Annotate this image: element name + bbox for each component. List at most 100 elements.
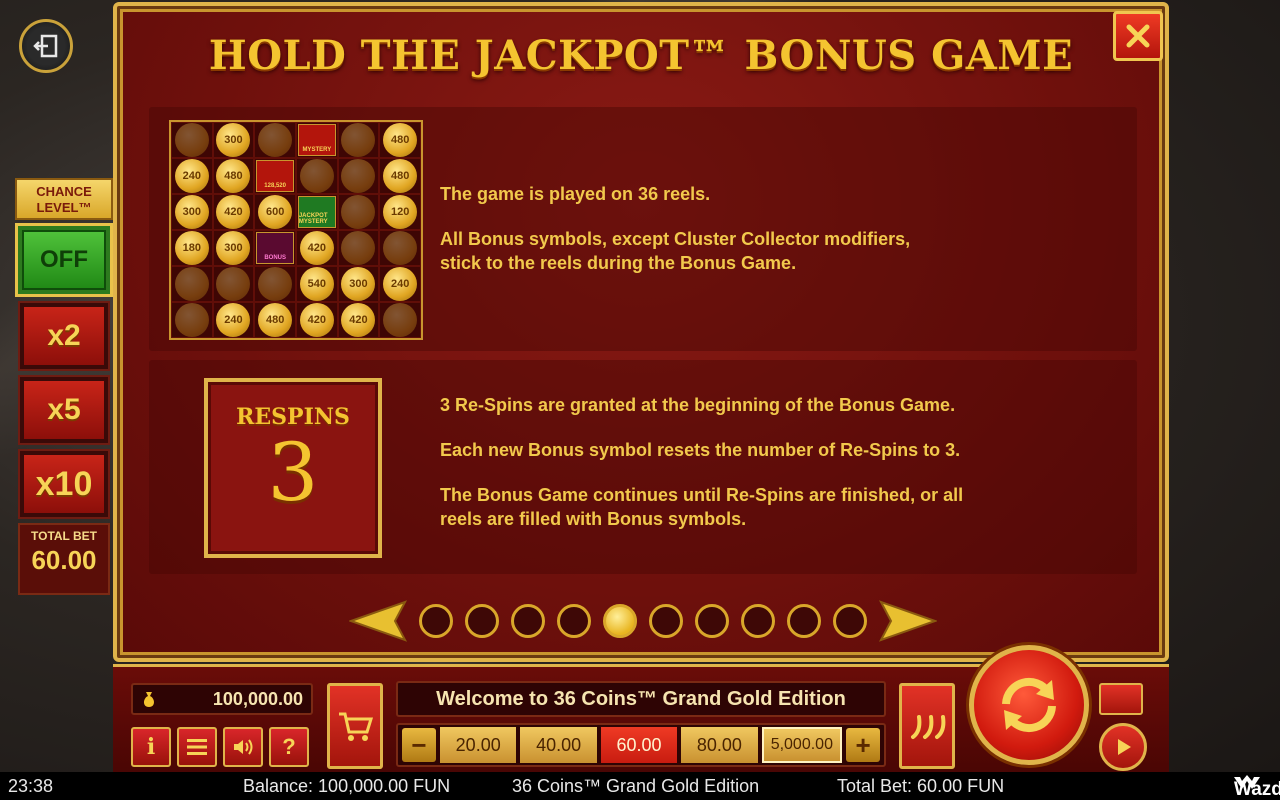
spin-button[interactable] (969, 645, 1089, 765)
prev-page-arrow-icon[interactable] (349, 600, 407, 642)
empty-coin (341, 123, 376, 157)
bonus-coin: 180 (174, 231, 209, 265)
help-icon: ? (282, 734, 296, 759)
control-bar: 100,000.00 i ? Welcome to 36 Coins™ Gran… (113, 645, 1169, 772)
respins-image: RESPINS 3 (204, 378, 382, 558)
reel-cell: 480 (379, 158, 421, 194)
special-symbol: MYSTERY (297, 124, 336, 156)
status-total-bet: Total Bet: 60.00 FUN (837, 776, 1005, 796)
chance-title-line2: LEVEL™ (36, 200, 92, 215)
bonus-coin: 480 (258, 303, 293, 337)
empty-coin (299, 159, 334, 193)
chance-x5-button[interactable]: x5 (18, 375, 110, 445)
bet-option[interactable]: 20.00 (440, 727, 517, 763)
reel-cell: 180 (171, 230, 213, 266)
page-dot[interactable] (557, 604, 591, 638)
empty-coin (341, 159, 376, 193)
bonus-coin: 300 (341, 267, 376, 301)
play-icon (1118, 739, 1131, 755)
empty-coin (341, 231, 376, 265)
status-bar: 23:38 Balance: 100,000.00 FUN 36 Coins™ … (0, 772, 1280, 800)
reel-cell: 300 (337, 266, 380, 302)
empty-coin (383, 231, 418, 265)
reel-cell: JACKPOT MYSTERY (296, 194, 338, 230)
reel-cell (254, 122, 296, 158)
chance-off-button[interactable]: OFF (15, 223, 113, 297)
section1-text-1: The game is played on 36 reels. (440, 184, 711, 204)
shop-button[interactable] (327, 683, 383, 769)
reel-cell: 420 (296, 230, 338, 266)
bonus-coin: 240 (383, 267, 418, 301)
menu-button[interactable] (177, 727, 217, 767)
bet-option[interactable]: 40.00 (520, 727, 597, 763)
autoplay-settings-button[interactable] (1099, 683, 1143, 715)
page-dot[interactable] (465, 604, 499, 638)
reel-cell: 240 (212, 302, 255, 338)
balance-field: 100,000.00 (131, 683, 313, 715)
bonus-coin: 420 (216, 195, 251, 229)
bet-option-max[interactable]: 5,000.00 (761, 727, 843, 763)
page-dot[interactable] (511, 604, 545, 638)
reel-cell: 420 (337, 302, 380, 338)
bet-decrease-button[interactable]: − (402, 728, 436, 762)
empty-coin (258, 267, 293, 301)
bonus-coin: 480 (216, 159, 251, 193)
page-dot-active[interactable] (603, 604, 637, 638)
empty-coin (341, 195, 376, 229)
autoplay-button[interactable] (1099, 723, 1147, 771)
welcome-message: Welcome to 36 Coins™ Grand Gold Edition (396, 681, 886, 717)
page-dot[interactable] (787, 604, 821, 638)
special-symbol: 128,520 (256, 160, 295, 192)
chance-off-label: OFF (22, 230, 106, 290)
reel-cell (337, 158, 380, 194)
reel-grid-image: 300 MYSTERY 480 240 480 128,520 480 300 420 600 JA… (169, 120, 423, 340)
bet-option[interactable]: 80.00 (681, 727, 758, 763)
reel-cell: 300 (171, 194, 213, 230)
page-dot[interactable] (695, 604, 729, 638)
reel-cell: 480 (212, 158, 255, 194)
page-dot[interactable] (741, 604, 775, 638)
reel-cell (337, 230, 380, 266)
info-dialog: HOLD THE JACKPOT™ BONUS GAME 300 MYSTERY 4… (113, 2, 1169, 662)
exit-button[interactable] (19, 19, 73, 73)
reel-cell (337, 194, 380, 230)
chance-level-title: CHANCE LEVEL™ (15, 178, 113, 220)
empty-coin (174, 123, 209, 157)
close-button[interactable] (1113, 11, 1163, 61)
reel-cell (212, 266, 255, 302)
chance-x10-button[interactable]: x10 (18, 449, 110, 519)
money-bag-icon (144, 692, 154, 707)
page-dot[interactable] (419, 604, 453, 638)
bet-option-selected[interactable]: 60.00 (600, 727, 678, 763)
special-symbol: BONUS (256, 232, 295, 264)
next-page-arrow-icon[interactable] (879, 600, 937, 642)
help-button[interactable]: ? (269, 727, 309, 767)
reel-cell (337, 122, 380, 158)
bonus-coin: 240 (216, 303, 251, 337)
section-respins: RESPINS 3 3 Re-Spins are granted at the … (149, 360, 1137, 574)
bonus-coin: 300 (174, 195, 209, 229)
chance-x2-label: x2 (24, 307, 104, 365)
reel-cell: 480 (254, 302, 296, 338)
reel-cell: 600 (254, 194, 296, 230)
page-dot[interactable] (833, 604, 867, 638)
special-symbol: JACKPOT MYSTERY (297, 196, 336, 228)
section2-text-3a: The Bonus Game continues until Re-Spins … (440, 485, 964, 505)
sound-button[interactable] (223, 727, 263, 767)
reel-cell: 240 (171, 158, 213, 194)
info-button[interactable]: i (131, 727, 171, 767)
bet-selector: − 20.00 40.00 60.00 80.00 5,000.00 + (396, 723, 886, 767)
page-dot[interactable] (649, 604, 683, 638)
chance-level-panel: CHANCE LEVEL™ OFF x2 x5 x10 TOTAL BET 60… (15, 178, 113, 595)
reel-cell: 420 (212, 194, 255, 230)
reel-cell: 300 (212, 122, 255, 158)
empty-coin (174, 303, 209, 337)
section1-text-2b: stick to the reels during the Bonus Game… (440, 253, 797, 273)
reel-cell: 540 (296, 266, 338, 302)
chili-button[interactable] (899, 683, 955, 769)
chance-x2-button[interactable]: x2 (18, 301, 110, 371)
bonus-coin: 300 (216, 231, 251, 265)
bet-increase-button[interactable]: + (846, 728, 881, 762)
close-icon (1126, 24, 1150, 48)
reel-cell (379, 230, 421, 266)
